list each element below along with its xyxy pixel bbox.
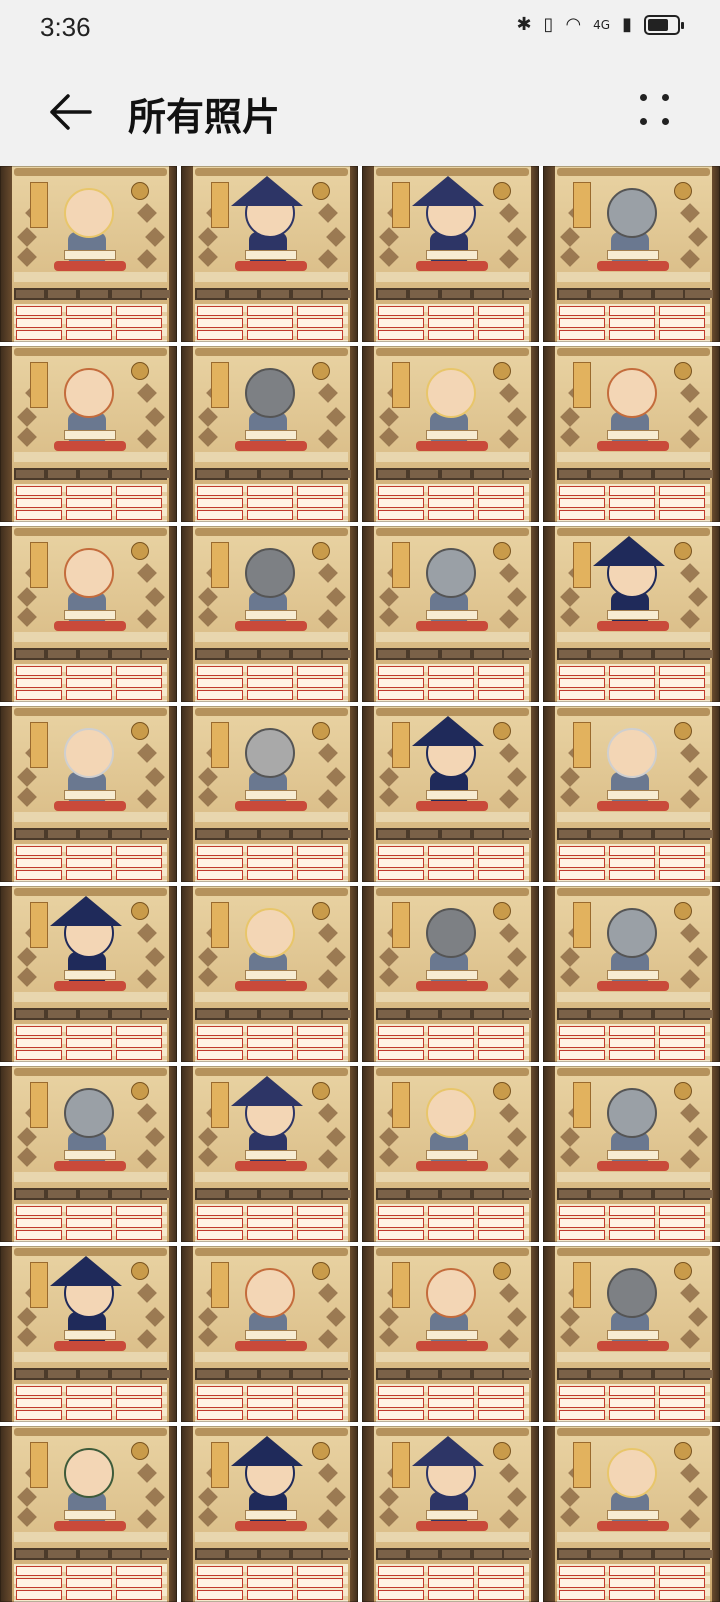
thumbnail-outline [181,706,358,882]
thumbnail-outline [362,166,539,342]
thumbnail-outline [0,1246,177,1422]
photo-thumbnail[interactable] [543,1426,720,1602]
photo-thumbnail[interactable] [362,346,539,522]
photo-thumbnail[interactable] [543,1066,720,1242]
photo-thumbnail[interactable] [181,346,358,522]
thumbnail-outline [0,346,177,522]
thumbnail-outline [181,166,358,342]
photo-thumbnail[interactable] [362,1246,539,1422]
thumbnail-outline [543,886,720,1062]
thumbnail-outline [543,706,720,882]
photo-thumbnail[interactable] [362,1426,539,1602]
photo-thumbnail[interactable] [543,166,720,342]
photo-thumbnail[interactable] [0,886,177,1062]
battery-icon [644,14,684,35]
photo-thumbnail[interactable] [181,706,358,882]
network-type-label: 4G [593,17,611,32]
thumbnail-outline [0,1066,177,1242]
photo-thumbnail[interactable] [362,1066,539,1242]
app-bar: 所有照片 [0,56,720,166]
photo-thumbnail[interactable] [0,346,177,522]
thumbnail-outline [362,886,539,1062]
photo-thumbnail[interactable] [543,526,720,702]
back-button[interactable] [40,82,100,142]
thumbnail-outline [543,166,720,342]
thumbnail-outline [543,1246,720,1422]
more-dot [640,94,647,101]
thumbnail-outline [543,1426,720,1602]
signal-icon: ▮ [622,14,632,35]
photo-thumbnail[interactable] [543,346,720,522]
thumbnail-outline [181,886,358,1062]
photo-grid [0,166,720,1602]
photo-thumbnail[interactable] [0,706,177,882]
thumbnail-outline [362,706,539,882]
status-bar: 3:36 ✱ ▯ ◠ 4G ▮ [0,0,720,56]
photo-thumbnail[interactable] [362,166,539,342]
thumbnail-outline [543,346,720,522]
back-arrow-icon [50,94,92,130]
photo-thumbnail[interactable] [0,166,177,342]
thumbnail-outline [181,526,358,702]
photo-thumbnail[interactable] [543,1246,720,1422]
vibrate-icon: ▯ [543,14,554,35]
thumbnail-outline [362,1066,539,1242]
wifi-icon: ◠ [565,14,582,35]
photo-thumbnail[interactable] [181,1066,358,1242]
thumbnail-outline [362,526,539,702]
photo-thumbnail[interactable] [181,526,358,702]
thumbnail-outline [362,1246,539,1422]
status-time: 3:36 [40,12,91,42]
more-dot [662,118,669,125]
photo-thumbnail[interactable] [181,886,358,1062]
thumbnail-outline [362,1426,539,1602]
thumbnail-outline [181,1246,358,1422]
thumbnail-outline [0,886,177,1062]
more-options-button[interactable] [638,86,678,136]
photo-thumbnail[interactable] [362,886,539,1062]
photo-thumbnail[interactable] [362,526,539,702]
photo-thumbnail[interactable] [543,886,720,1062]
photo-thumbnail[interactable] [0,1246,177,1422]
photo-thumbnail[interactable] [0,1066,177,1242]
photo-thumbnail[interactable] [0,526,177,702]
photo-thumbnail[interactable] [543,706,720,882]
bluetooth-icon: ✱ [516,14,532,35]
thumbnail-outline [362,346,539,522]
thumbnail-outline [0,166,177,342]
more-dot [662,94,669,101]
photo-thumbnail[interactable] [362,706,539,882]
thumbnail-outline [0,1426,177,1602]
thumbnail-outline [0,706,177,882]
status-icons: ✱ ▯ ◠ 4G ▮ [516,14,684,35]
thumbnail-outline [543,1066,720,1242]
photo-thumbnail[interactable] [0,1426,177,1602]
photo-thumbnail[interactable] [181,1426,358,1602]
thumbnail-outline [0,526,177,702]
more-dot [640,118,647,125]
thumbnail-outline [181,1426,358,1602]
photo-thumbnail[interactable] [181,166,358,342]
page-title: 所有照片 [128,95,281,139]
battery-fill [648,18,668,31]
thumbnail-outline [181,346,358,522]
photo-thumbnail[interactable] [181,1246,358,1422]
thumbnail-outline [543,526,720,702]
thumbnail-outline [181,1066,358,1242]
